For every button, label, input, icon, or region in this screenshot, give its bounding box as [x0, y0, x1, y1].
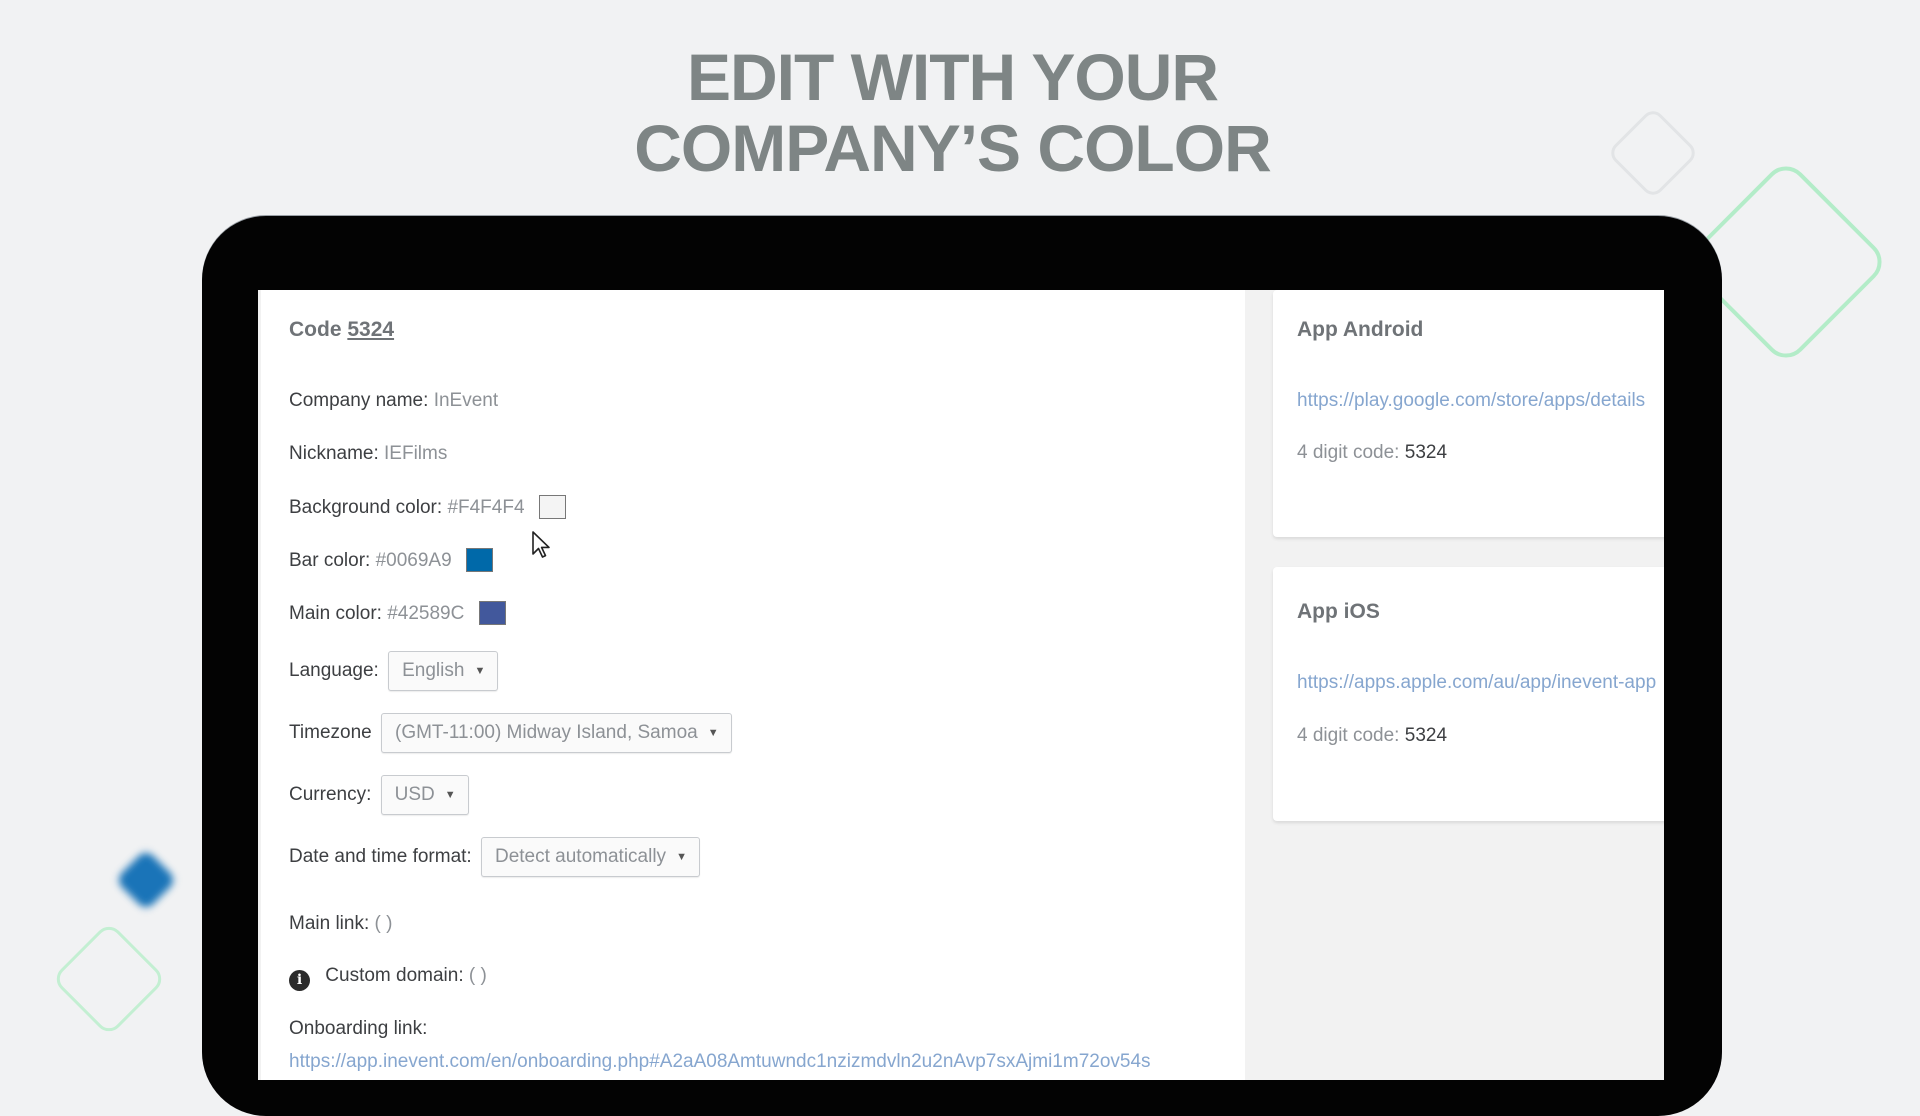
bar-color-swatch[interactable] — [465, 548, 493, 572]
currency-select-value: USD — [394, 784, 435, 805]
decorative-blue-dot — [114, 848, 178, 912]
main-color-value[interactable]: #42589C — [387, 603, 464, 624]
app-ios-card: App iOS https://apps.apple.com/au/app/in… — [1273, 567, 1664, 821]
ios-digit-label: 4 digit code: — [1297, 725, 1400, 746]
onboarding-label: Onboarding link: — [289, 1018, 428, 1039]
code-title: Code 5324 — [289, 318, 394, 342]
timezone-select-value: (GMT-11:00) Midway Island, Samoa — [395, 722, 698, 743]
language-row: Language: English ▼ — [289, 651, 499, 691]
language-select[interactable]: English ▼ — [388, 651, 499, 691]
main-color-row: Main color: #42589C — [289, 601, 506, 626]
currency-select[interactable]: USD ▼ — [380, 775, 469, 815]
headline-line-1: EDIT WITH YOUR — [686, 40, 1219, 114]
datetime-format-row: Date and time format: Detect automatical… — [289, 837, 700, 877]
onboarding-link[interactable]: https://app.inevent.com/en/onboarding.ph… — [289, 1050, 1151, 1074]
ios-title: App iOS — [1297, 600, 1380, 623]
main-link-row: Main link: ( ) — [289, 912, 392, 936]
language-label: Language: — [289, 660, 379, 682]
android-digit-row: 4 digit code: 5324 — [1297, 441, 1447, 465]
ios-digit-row: 4 digit code: 5324 — [1297, 724, 1447, 748]
background-color-swatch[interactable] — [538, 495, 566, 519]
caret-down-icon: ▼ — [474, 665, 486, 677]
custom-domain-label: Custom domain: — [325, 965, 464, 986]
company-settings-card: Code 5324 Company name: InEvent Nickname… — [261, 290, 1245, 1080]
timezone-label: Timezone — [289, 722, 372, 744]
background-color-row: Background color: #F4F4F4 — [289, 495, 566, 520]
main-color-label: Main color: — [289, 603, 382, 624]
caret-down-icon: ▼ — [444, 789, 456, 801]
main-color-swatch[interactable] — [478, 601, 506, 625]
company-name-label: Company name: — [289, 390, 429, 411]
android-digit-value: 5324 — [1404, 442, 1448, 463]
caret-down-icon: ▼ — [676, 851, 687, 863]
datetime-format-select-value: Detect automatically — [494, 846, 667, 867]
company-name-row: Company name: InEvent — [289, 389, 498, 413]
ios-digit-value: 5324 — [1404, 725, 1448, 746]
code-link[interactable]: 5324 — [347, 318, 394, 341]
headline: EDIT WITH YOUR COMPANY’S COLOR — [0, 42, 1905, 184]
datetime-format-select[interactable]: Detect automatically ▼ — [480, 837, 700, 877]
caret-down-icon: ▼ — [707, 727, 719, 739]
bar-color-value[interactable]: #0069A9 — [376, 550, 452, 571]
currency-row: Currency: USD ▼ — [289, 775, 469, 815]
headline-line-2: COMPANY’S COLOR — [634, 111, 1271, 185]
bar-color-row: Bar color: #0069A9 — [289, 548, 493, 573]
company-name-value[interactable]: InEvent — [434, 390, 498, 411]
app-android-card: App Android https://play.google.com/stor… — [1273, 290, 1664, 537]
language-select-value: English — [402, 660, 465, 681]
bar-color-label: Bar color: — [289, 550, 371, 571]
background-color-value[interactable]: #F4F4F4 — [447, 497, 524, 518]
android-store-link[interactable]: https://play.google.com/store/apps/detai… — [1297, 389, 1645, 413]
android-digit-label: 4 digit code: — [1297, 442, 1400, 463]
timezone-select[interactable]: (GMT-11:00) Midway Island, Samoa ▼ — [381, 713, 732, 753]
ios-store-link[interactable]: https://apps.apple.com/au/app/inevent-ap… — [1297, 671, 1656, 695]
device-screen: Code 5324 Company name: InEvent Nickname… — [258, 290, 1664, 1080]
main-link-label: Main link: — [289, 913, 370, 934]
nickname-value[interactable]: IEFilms — [384, 443, 447, 464]
main-link-value[interactable]: ( ) — [375, 913, 393, 934]
background-color-label: Background color: — [289, 497, 443, 518]
custom-domain-row: i Custom domain: ( ) — [289, 964, 487, 991]
datetime-format-label: Date and time format: — [289, 846, 472, 868]
code-label: Code — [289, 318, 342, 341]
nickname-label: Nickname: — [289, 443, 379, 464]
currency-label: Currency: — [289, 784, 372, 806]
timezone-row: Timezone (GMT-11:00) Midway Island, Samo… — [289, 713, 732, 753]
custom-domain-value[interactable]: ( ) — [469, 965, 487, 986]
info-icon[interactable]: i — [289, 970, 310, 991]
mouse-pointer-icon — [532, 531, 550, 558]
decorative-diamond-green-left — [51, 921, 167, 1037]
android-title: App Android — [1297, 318, 1424, 341]
nickname-row: Nickname: IEFilms — [289, 442, 447, 466]
